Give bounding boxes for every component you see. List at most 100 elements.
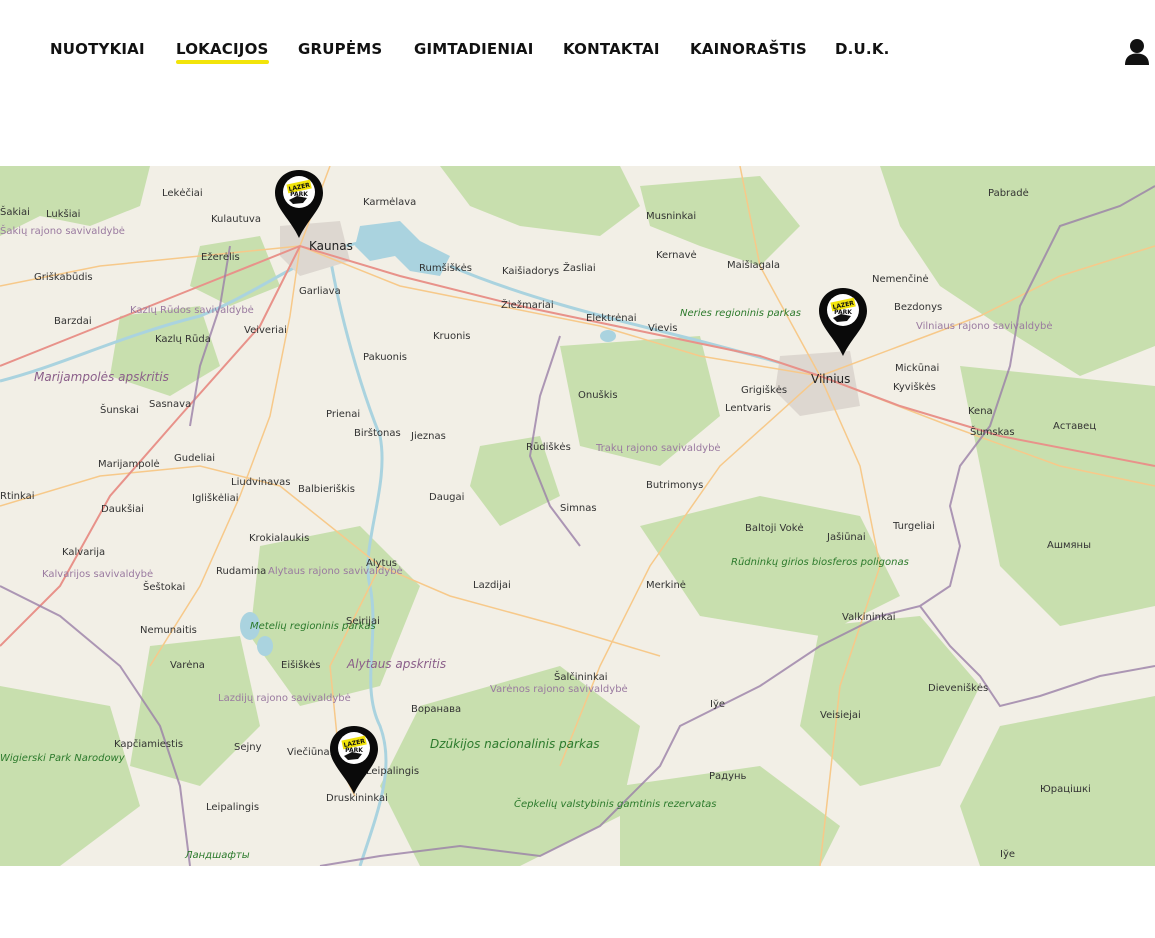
- map-label: Turgeliai: [893, 521, 935, 532]
- nav-item-grupems[interactable]: GRUPĖMS: [298, 40, 382, 58]
- map-label: Barzdai: [54, 316, 92, 327]
- nav-item-duk[interactable]: D.U.K.: [835, 40, 890, 58]
- map-label: Merkinė: [646, 580, 686, 591]
- map-label: Musninkai: [646, 211, 697, 222]
- map-label: Krokialaukis: [249, 533, 310, 544]
- map-label: Garliava: [299, 286, 341, 297]
- map-label: Sasnava: [149, 399, 192, 410]
- map-label: Žasliai: [563, 263, 596, 274]
- map-label: Kapčiamiestis: [114, 739, 184, 750]
- map-label: Maišiagala: [727, 260, 781, 271]
- map-label: Kulautuva: [211, 214, 261, 225]
- location-marker-kaunas[interactable]: LAZER PARK: [273, 168, 325, 240]
- map-label: Varėnos rajono savivaldybė: [490, 684, 628, 695]
- map-label: Kyviškės: [893, 382, 936, 393]
- map-label: Ашмяны: [1047, 540, 1091, 551]
- map-label: Kalvarijos savivaldybė: [42, 569, 154, 580]
- map-label: Wigierski Park Narodowy: [0, 753, 125, 764]
- map-label: Metelių regioninis parkas: [250, 621, 376, 632]
- locations-map[interactable]: Lekėčiai Šakiai Lukšiai Kulautuva Karmėl…: [0, 166, 1155, 866]
- map-label: Marijampolės apskritis: [34, 370, 169, 384]
- map-label: Elektrėnai: [586, 313, 637, 324]
- map-label: Іўе: [710, 699, 726, 710]
- map-label: Юрацішкі: [1040, 784, 1091, 795]
- map-label: Lazdijų rajono savivaldybė: [218, 693, 351, 704]
- map-label: Rūdiškės: [526, 442, 571, 453]
- map-label: Kazlų Rūdos savivaldybė: [130, 305, 254, 316]
- map-label: Sejny: [234, 742, 262, 753]
- map-label: Butrimonys: [646, 480, 704, 491]
- map-label: Trakų rajono savivaldybė: [596, 443, 721, 454]
- map-label: Jieznas: [411, 431, 446, 442]
- map-label: Viečiūnai: [287, 747, 333, 758]
- location-marker-vilnius[interactable]: LAZER PARK: [817, 286, 869, 358]
- map-label: Kaišiadorys: [502, 266, 560, 277]
- map-label: Jašiūnai: [827, 532, 866, 543]
- map-label: Nemenčinė: [872, 274, 929, 285]
- map-label: Grigiškės: [741, 385, 788, 396]
- map-label: Pakuonis: [363, 352, 407, 363]
- map-label: Vilnius: [811, 372, 851, 386]
- map-label: Griškabūdis: [34, 272, 93, 283]
- nav-item-gimtadieniai[interactable]: GIMTADIENIAI: [414, 40, 534, 58]
- nav-item-lokacijos[interactable]: LOKACIJOS: [176, 40, 269, 64]
- location-marker-druskininkai[interactable]: LAZER PARK: [328, 724, 380, 796]
- map-label: Rtinkai: [0, 491, 35, 502]
- map-label: Daukšiai: [101, 504, 144, 515]
- map-label: Prienai: [326, 409, 361, 420]
- map-label: Veiveriai: [244, 325, 287, 336]
- map-label: Ežerėlis: [201, 252, 240, 263]
- map-label: Šeštokai: [143, 582, 186, 593]
- map-label: Šumskas: [970, 427, 1015, 438]
- user-icon[interactable]: [1124, 38, 1150, 66]
- map-label: Lentvaris: [725, 403, 771, 414]
- map-label: Dzūkijos nacionalinis parkas: [430, 738, 600, 750]
- map-label: Balbieriškis: [298, 484, 355, 495]
- map-label: Marijampolė: [98, 459, 160, 470]
- map-label: Šalčininkai: [554, 672, 608, 683]
- map-label: Lekėčiai: [162, 188, 203, 199]
- nav-item-kontaktai[interactable]: KONTAKTAI: [563, 40, 660, 58]
- map-label: Birštonas: [354, 428, 401, 439]
- map-label: Valkininkai: [842, 612, 896, 623]
- map-label: Alytaus rajono savivaldybė: [268, 566, 403, 577]
- map-label: Іўе: [1000, 849, 1016, 860]
- map-label: Varėna: [170, 660, 205, 671]
- map-label: Rudamina: [216, 566, 267, 577]
- map-label: Eišiškės: [281, 660, 321, 671]
- map-label: Čepkelių valstybinis gamtinis rezervatas: [514, 799, 717, 810]
- map-label: Rūdninkų girios biosferos poligonas: [731, 557, 909, 568]
- map-label: Dieveniškės: [928, 683, 989, 694]
- map-label: Onuškis: [578, 390, 618, 401]
- map-label: Daugai: [429, 492, 465, 503]
- map-label: Alytaus apskritis: [347, 657, 447, 671]
- map-label: Mickūnai: [895, 363, 940, 374]
- map-label: Kaunas: [309, 239, 353, 253]
- map-label: Ландшафты: [185, 850, 250, 861]
- map-label: Veisiejai: [820, 710, 861, 721]
- map-label: Šakių rajono savivaldybė: [0, 226, 125, 237]
- map-label: Leipalingis: [206, 802, 260, 813]
- map-label: Rumšiškės: [419, 263, 472, 274]
- map-label: Šakiai: [0, 207, 30, 218]
- map-label: Šunskai: [100, 405, 139, 416]
- map-label: Воранава: [411, 704, 462, 715]
- map-label: Igliškėliai: [192, 493, 239, 504]
- map-label: Bezdonys: [894, 302, 943, 313]
- map-label: Gudeliai: [174, 453, 216, 464]
- map-label: Kernavė: [656, 250, 697, 261]
- map-label: Vievis: [648, 323, 678, 334]
- map-label: Karmėlava: [363, 197, 417, 208]
- nav-item-kainorastis[interactable]: KAINORAŠTIS: [690, 40, 807, 58]
- map-label: Vilniaus rajono savivaldybė: [916, 321, 1053, 332]
- map-label: Аставец: [1053, 421, 1097, 432]
- map-label: Lazdijai: [473, 580, 511, 591]
- map-label: Kena: [968, 406, 993, 417]
- map-label: Kazlų Rūda: [155, 334, 211, 345]
- map-label: Kalvarija: [62, 547, 106, 558]
- map-label: Радунь: [709, 771, 747, 782]
- map-label: Baltoji Vokė: [745, 523, 804, 534]
- nav-item-nuotykiai[interactable]: NUOTYKIAI: [50, 40, 145, 58]
- map-label: Kruonis: [433, 331, 471, 342]
- map-label: Neries regioninis parkas: [680, 308, 801, 319]
